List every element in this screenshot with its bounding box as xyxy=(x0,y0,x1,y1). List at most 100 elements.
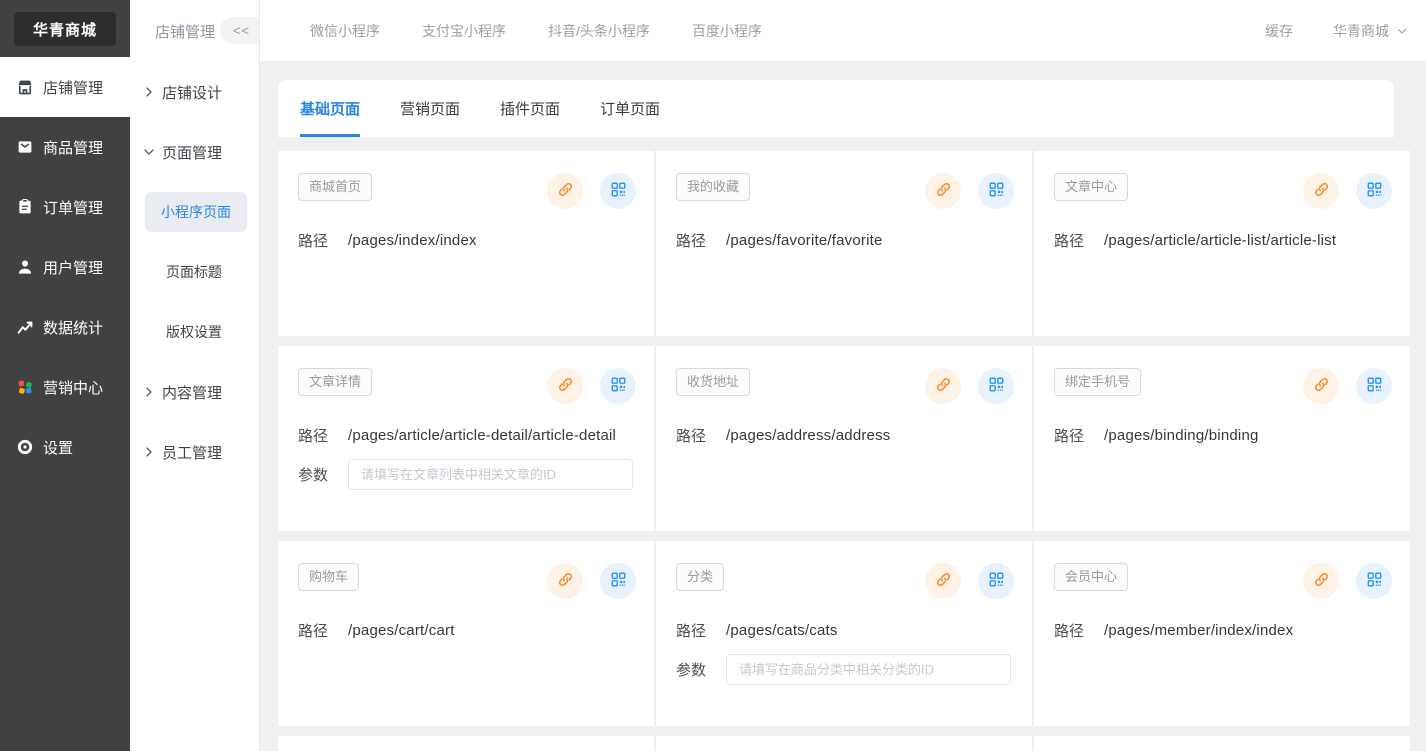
cache-button[interactable]: 缓存 xyxy=(1265,21,1293,41)
menu-group-label: 内容管理 xyxy=(162,382,222,403)
user-icon xyxy=(16,258,34,276)
menu-group-2[interactable]: 页面管理 xyxy=(130,122,259,182)
page-card-partial xyxy=(278,736,654,751)
card-header: 商城首页 xyxy=(298,173,636,209)
page-card: 分类路径/pages/cats/cats参数 xyxy=(656,541,1032,726)
stats-icon xyxy=(16,318,34,336)
card-header: 会员中心 xyxy=(1054,563,1392,599)
secondary-sidebar: 店铺管理 << 店铺设计页面管理小程序页面页面标题版权设置内容管理员工管理 xyxy=(130,0,260,751)
page-title-tag: 文章详情 xyxy=(298,368,372,396)
card-header: 文章详情 xyxy=(298,368,636,404)
qrcode-button[interactable] xyxy=(1356,563,1392,599)
sidebar-item-5[interactable]: 数据统计 xyxy=(0,297,130,357)
qrcode-button[interactable] xyxy=(600,368,636,404)
path-value: /pages/article/article-list/article-list xyxy=(1104,232,1336,249)
page-card: 我的收藏路径/pages/favorite/favorite xyxy=(656,151,1032,336)
param-label: 参数 xyxy=(676,659,726,680)
path-label: 路径 xyxy=(1054,620,1104,641)
copy-link-button[interactable] xyxy=(925,368,961,404)
page-tab-3[interactable]: 插件页面 xyxy=(500,80,560,137)
qrcode-button[interactable] xyxy=(978,563,1014,599)
page-tab-4[interactable]: 订单页面 xyxy=(600,80,660,137)
path-label: 路径 xyxy=(676,425,726,446)
sidebar-item-4[interactable]: 用户管理 xyxy=(0,237,130,297)
path-row: 路径/pages/index/index xyxy=(298,230,636,251)
submenu-item-active[interactable]: 小程序页面 xyxy=(130,182,259,242)
qrcode-button[interactable] xyxy=(600,173,636,209)
sidebar-item-3[interactable]: 订单管理 xyxy=(0,177,130,237)
sidebar-item-label: 数据统计 xyxy=(43,317,103,338)
menu-group-label: 店铺设计 xyxy=(162,82,222,103)
copy-link-button[interactable] xyxy=(1303,563,1339,599)
path-row: 路径/pages/binding/binding xyxy=(1054,425,1392,446)
sidebar-item-2[interactable]: 商品管理 xyxy=(0,117,130,177)
page-tab-1[interactable]: 基础页面 xyxy=(300,80,360,137)
path-value: /pages/article/article-detail/article-de… xyxy=(348,427,616,444)
path-value: /pages/binding/binding xyxy=(1104,427,1259,444)
page-title-tag: 绑定手机号 xyxy=(1054,368,1141,396)
sidebar-item-1[interactable]: 店铺管理 xyxy=(0,57,130,117)
sidebar-item-6[interactable]: 营销中心 xyxy=(0,357,130,417)
copy-link-button[interactable] xyxy=(1303,368,1339,404)
shop-icon xyxy=(16,78,34,96)
platform-tab-2[interactable]: 支付宝小程序 xyxy=(422,21,506,41)
sidebar-item-label: 订单管理 xyxy=(43,197,103,218)
param-input[interactable] xyxy=(348,459,633,490)
sidebar-item-label: 设置 xyxy=(43,437,73,458)
card-actions xyxy=(1303,173,1392,209)
submenu-item[interactable]: 页面标题 xyxy=(130,242,259,302)
card-actions xyxy=(925,368,1014,404)
path-value: /pages/address/address xyxy=(726,427,891,444)
collapse-sidebar-button[interactable]: << xyxy=(220,17,259,44)
platform-tab-1[interactable]: 微信小程序 xyxy=(310,21,380,41)
submenu-item[interactable]: 版权设置 xyxy=(130,302,259,362)
menu-group-4[interactable]: 员工管理 xyxy=(130,422,259,482)
copy-link-button[interactable] xyxy=(547,563,583,599)
marketing-icon xyxy=(16,378,34,396)
copy-link-button[interactable] xyxy=(547,368,583,404)
sidebar-item-label: 商品管理 xyxy=(43,137,103,158)
platform-tab-3[interactable]: 抖音/头条小程序 xyxy=(548,21,650,41)
page-title-tag: 收货地址 xyxy=(676,368,750,396)
path-value: /pages/cart/cart xyxy=(348,622,455,639)
qrcode-button[interactable] xyxy=(978,173,1014,209)
card-header: 购物车 xyxy=(298,563,636,599)
account-menu[interactable]: 华青商城 xyxy=(1333,21,1408,41)
sidebar-item-7[interactable]: 设置 xyxy=(0,417,130,477)
qrcode-icon xyxy=(988,571,1005,591)
menu-group-3[interactable]: 内容管理 xyxy=(130,362,259,422)
goods-icon xyxy=(16,138,34,156)
copy-link-button[interactable] xyxy=(1303,173,1339,209)
path-label: 路径 xyxy=(1054,230,1104,251)
primary-nav: 店铺管理商品管理订单管理用户管理数据统计营销中心设置 xyxy=(0,57,130,477)
qrcode-icon xyxy=(1366,571,1383,591)
copy-link-button[interactable] xyxy=(547,173,583,209)
link-icon xyxy=(935,376,952,396)
copy-link-button[interactable] xyxy=(925,563,961,599)
param-input[interactable] xyxy=(726,654,1011,685)
copy-link-button[interactable] xyxy=(925,173,961,209)
qrcode-button[interactable] xyxy=(1356,173,1392,209)
chevron-down-icon xyxy=(1396,25,1408,37)
card-actions xyxy=(547,563,636,599)
path-label: 路径 xyxy=(676,230,726,251)
page-card-partial xyxy=(656,736,1032,751)
account-name: 华青商城 xyxy=(1333,21,1389,41)
order-icon xyxy=(16,198,34,216)
qrcode-icon xyxy=(1366,376,1383,396)
sidebar-item-label: 店铺管理 xyxy=(43,77,103,98)
qrcode-icon xyxy=(610,376,627,396)
menu-group-1[interactable]: 店铺设计 xyxy=(130,62,259,122)
qrcode-button[interactable] xyxy=(600,563,636,599)
page-tab-2[interactable]: 营销页面 xyxy=(400,80,460,137)
qrcode-button[interactable] xyxy=(1356,368,1392,404)
card-actions xyxy=(925,563,1014,599)
platform-tab-4[interactable]: 百度小程序 xyxy=(692,21,762,41)
card-actions xyxy=(547,368,636,404)
card-header: 分类 xyxy=(676,563,1014,599)
path-label: 路径 xyxy=(298,425,348,446)
page-card-partial xyxy=(1034,736,1410,751)
page-card: 会员中心路径/pages/member/index/index xyxy=(1034,541,1410,726)
topbar-right: 缓存 华青商城 xyxy=(1265,21,1426,41)
qrcode-button[interactable] xyxy=(978,368,1014,404)
